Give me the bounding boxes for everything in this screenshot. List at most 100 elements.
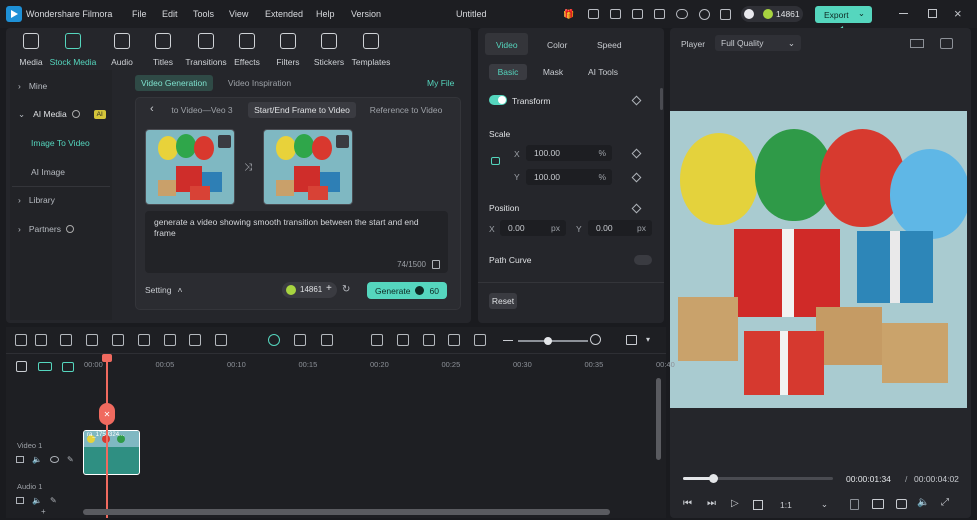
toolbar-transitions[interactable]: Transitions [185,33,227,67]
prompt-textarea[interactable]: generate a video showing smooth transiti… [145,211,448,273]
redo-icon[interactable] [86,334,98,346]
menu-file[interactable]: File [132,9,147,19]
toolbar-titles[interactable]: Titles [142,33,184,67]
volume-icon[interactable]: 🔈 [917,497,929,508]
subtab-veo3[interactable]: to Video—Veo 3 [163,102,241,118]
layout-icon[interactable] [632,9,643,19]
cloud-icon[interactable] [676,9,688,19]
toolbar-audio[interactable]: Audio [101,33,143,67]
tab-video-generation[interactable]: Video Generation [135,75,213,91]
toolbar-stickers[interactable]: Stickers [308,33,350,67]
step-forward-icon[interactable]: ⏭ [707,498,716,509]
reset-button[interactable]: Reset [489,293,517,309]
sidebar-item-image-to-video[interactable]: Image To Video [10,132,112,154]
transform-toggle[interactable] [489,95,507,105]
gift-icon[interactable]: 🎁 [563,8,575,20]
pos-x-input[interactable]: 0.00 px [500,220,566,236]
toolbar-media[interactable]: Media [10,33,52,67]
toolbar-stock-media[interactable]: Stock Media [50,33,96,67]
text-icon[interactable] [189,334,201,346]
caption-icon[interactable] [423,334,435,346]
zoom-slider[interactable] [518,337,588,345]
zoom-out-icon[interactable] [503,340,513,342]
tab-speed[interactable]: Speed [597,40,622,50]
play-icon[interactable]: ▷ [731,498,739,509]
quality-select[interactable]: Full Quality ⌄ [715,35,801,51]
minimize-icon[interactable] [899,13,908,15]
sidebar-item-partners[interactable]: › Partners [10,218,112,240]
more-tools-icon[interactable] [215,334,227,346]
swap-icon[interactable]: ⤨ [244,162,252,173]
menu-edit[interactable]: Edit [162,9,178,19]
menu-extended[interactable]: Extended [265,9,303,19]
horizontal-scrollbar[interactable] [83,509,610,515]
folder-icon[interactable] [16,456,24,463]
marker-icon[interactable] [850,499,859,510]
split-icon[interactable]: ✕ [99,403,115,425]
timeline-grid-icon[interactable] [626,335,637,345]
subtab-ai-tools[interactable]: AI Tools [582,64,624,80]
delete-icon[interactable] [336,135,349,148]
menu-version[interactable]: Version [351,9,381,19]
undo-icon[interactable] [60,334,72,346]
headset-icon[interactable] [699,9,710,20]
compare-icon[interactable] [910,39,924,48]
select-icon[interactable] [15,334,27,346]
progress-track[interactable] [683,474,833,483]
stop-icon[interactable] [753,500,763,510]
toolbar-templates[interactable]: Templates [350,33,392,67]
lock-icon[interactable] [491,157,500,165]
generate-button[interactable]: Generate 60 [367,282,447,299]
video-clip[interactable]: ra_1750324... [83,430,140,475]
close-icon[interactable]: × [954,6,962,21]
sidebar-item-ai-image[interactable]: AI Image [10,161,112,183]
scrollbar[interactable] [660,88,663,110]
monitor-icon[interactable] [872,499,884,509]
send-icon[interactable] [588,9,599,19]
tab-video[interactable]: Video [496,40,518,50]
split-audio-icon[interactable] [294,334,306,346]
subtab-mask[interactable]: Mask [536,64,570,80]
tab-video-inspiration[interactable]: Video Inspiration [222,75,297,91]
vertical-scrollbar[interactable] [656,378,661,460]
scale-x-input[interactable]: 100.00% [526,145,612,161]
mic-icon[interactable] [397,334,409,346]
previous-frame-icon[interactable]: ⏮ [683,498,692,509]
link-icon[interactable] [16,361,27,372]
menu-help[interactable]: Help [316,9,335,19]
cut-icon[interactable] [138,334,150,346]
playhead[interactable] [106,356,108,518]
playhead-handle[interactable] [102,354,112,362]
draw-icon[interactable] [35,334,47,346]
sidebar-item-ai-media[interactable]: ⌄ AI Media AI [10,103,112,125]
trash-icon[interactable] [432,260,440,269]
chevron-left-icon[interactable]: ‹ [150,103,154,115]
delete-icon[interactable] [112,334,124,346]
track-icon[interactable] [62,362,74,372]
progress-handle[interactable] [709,474,718,483]
zoom-in-icon[interactable] [590,334,601,345]
subtab-basic[interactable]: Basic [489,64,527,80]
volume-icon[interactable]: 🔈 [32,496,42,505]
ratio-select[interactable]: 1:1 ⌄ [780,497,832,512]
auto-beat-icon[interactable] [448,334,460,346]
scale-y-input[interactable]: 100.00% [526,169,612,185]
link-icon[interactable] [474,334,486,346]
save-icon[interactable] [654,9,665,19]
magnet-icon[interactable] [38,362,52,371]
brush-icon[interactable]: ✎ [50,496,57,505]
toolbar-filters[interactable]: Filters [267,33,309,67]
path-curve-toggle[interactable] [634,255,652,265]
image-icon[interactable] [940,38,953,49]
menu-tools[interactable]: Tools [193,9,214,19]
menu-view[interactable]: View [229,9,248,19]
credits-pill[interactable]: 14861 + [282,282,337,298]
volume-icon[interactable]: 🔈 [32,455,42,464]
fullscreen-icon[interactable]: ⤢ [941,497,949,508]
toolbar-effects[interactable]: Effects [226,33,268,67]
maximize-icon[interactable] [928,9,937,18]
subtab-reference-to-video[interactable]: Reference to Video [365,102,447,118]
add-track-icon[interactable]: + [41,507,46,516]
refresh-icon[interactable]: ↻ [342,284,350,295]
brush-icon[interactable]: ✎ [67,455,74,464]
